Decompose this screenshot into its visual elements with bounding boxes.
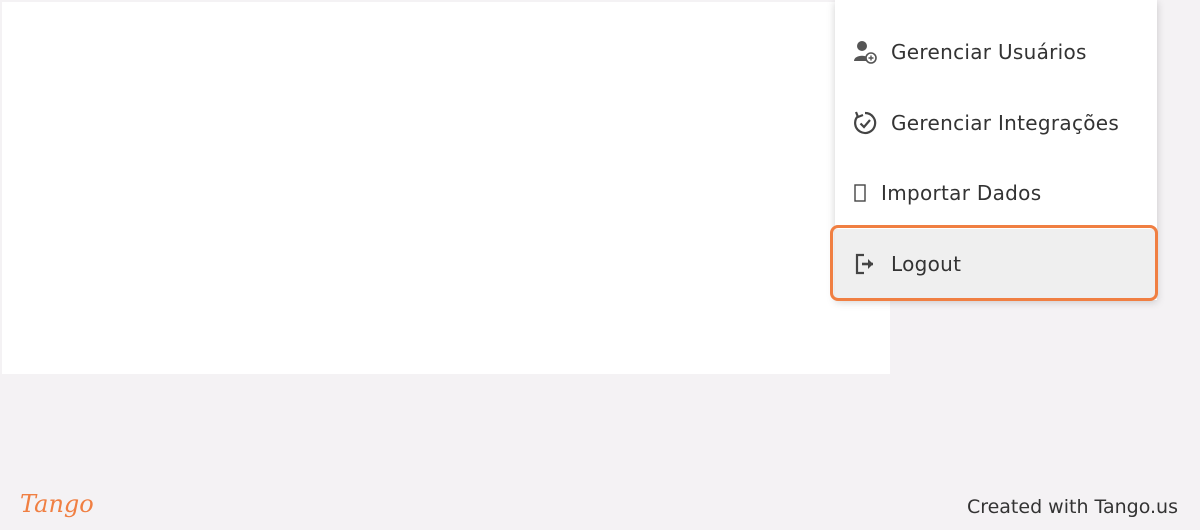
import-placeholder-icon (853, 179, 867, 207)
content-panel (2, 2, 890, 374)
menu-item-manage-integrations[interactable]: Gerenciar Integrações (835, 88, 1157, 158)
menu-item-manage-users[interactable]: Gerenciar Usuários (835, 17, 1157, 87)
integrations-sync-icon (851, 109, 879, 137)
user-dropdown-menu: Gerenciar Usuários Gerenciar Integrações… (835, 0, 1157, 300)
menu-item-label: Importar Dados (881, 181, 1042, 205)
menu-item-label: Logout (891, 252, 962, 276)
manage-users-icon (851, 38, 879, 66)
menu-item-label: Gerenciar Usuários (891, 40, 1087, 64)
logout-icon (851, 250, 879, 278)
screenshot-frame: Gerenciar Usuários Gerenciar Integrações… (0, 0, 1200, 530)
menu-item-label: Gerenciar Integrações (891, 111, 1120, 135)
tango-logo: Tango (20, 490, 94, 518)
created-with-credit: Created with Tango.us (966, 496, 1178, 518)
menu-item-import-data[interactable]: Importar Dados (835, 158, 1157, 228)
scroll-gutter (1172, 0, 1200, 484)
menu-item-logout[interactable]: Logout (835, 229, 1157, 299)
